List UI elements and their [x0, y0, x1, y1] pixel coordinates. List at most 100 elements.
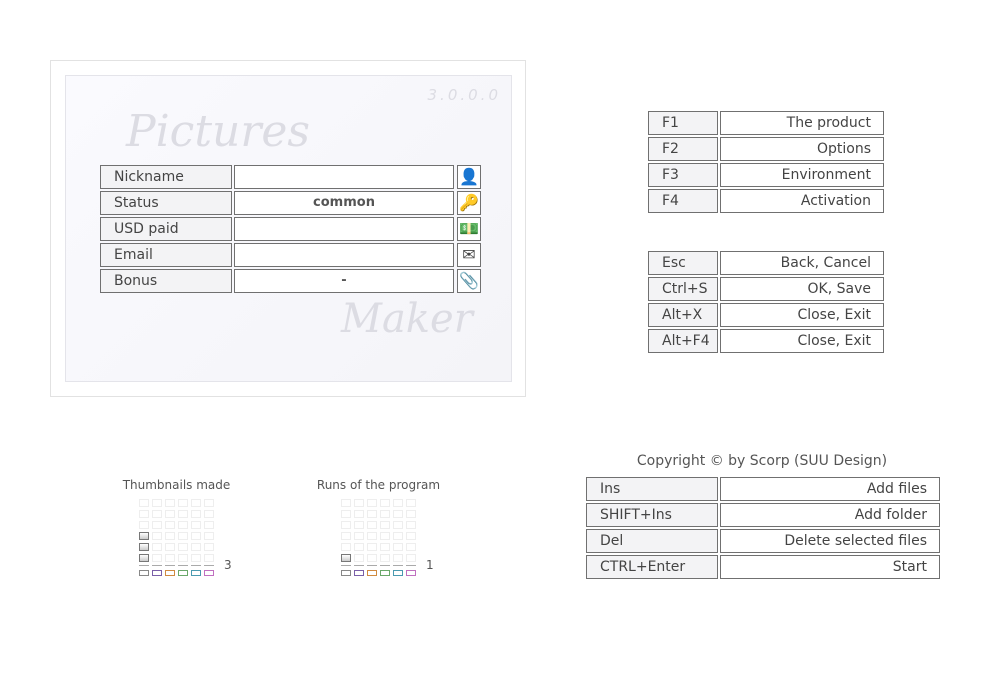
- hotkey-key: SHIFT+Ins: [586, 503, 718, 527]
- stat-grid-cell: [341, 532, 351, 540]
- stat-grid-cell: [393, 521, 403, 529]
- profile-label: Nickname: [100, 165, 232, 189]
- hotkey-action[interactable]: Close, Exit: [720, 303, 884, 327]
- watermark-pictures: Pictures: [126, 106, 310, 157]
- stat-grid-cell: [367, 543, 377, 551]
- stat-color-marker: [406, 570, 416, 576]
- paperclip-icon[interactable]: 📎: [457, 269, 481, 293]
- stat-grid-cell: [152, 554, 162, 562]
- stat-color-marker: [165, 570, 175, 576]
- stat-count: 1: [426, 558, 434, 572]
- stat-grid-cell: [393, 532, 403, 540]
- copyright: Copyright © by Scorp (SUU Design): [636, 453, 888, 469]
- stat-grid-cell: [191, 499, 201, 507]
- profile-value-field[interactable]: [234, 165, 454, 189]
- stat-grid-cell: [165, 554, 175, 562]
- profile-value-field[interactable]: common: [234, 191, 454, 215]
- stat-grid-cell: [165, 521, 175, 529]
- stat-grid-cell: [367, 499, 377, 507]
- stat-color-marker: [367, 570, 377, 576]
- stat-grid-cell: [393, 510, 403, 518]
- stat-grid-cell: [367, 554, 377, 562]
- stat-grid-cell: [354, 510, 364, 518]
- stat-grid-cell: [341, 499, 351, 507]
- stat-grid-cell: [191, 532, 201, 540]
- stat-divider: [406, 565, 416, 566]
- stat-grid-cell: [178, 543, 188, 551]
- stat-grid-cell: [204, 510, 214, 518]
- stat-grid-cell: [204, 543, 214, 551]
- stat-grid-cell: [152, 532, 162, 540]
- envelope-icon[interactable]: ✉: [457, 243, 481, 267]
- profile-label: USD paid: [100, 217, 232, 241]
- hotkey-action[interactable]: Environment: [720, 163, 884, 187]
- profile-value-field[interactable]: -: [234, 269, 454, 293]
- stat-grid-cell: [354, 554, 364, 562]
- stat-grid-cell: [380, 521, 390, 529]
- profile-value-field[interactable]: [234, 217, 454, 241]
- key-icon[interactable]: 🔑: [457, 191, 481, 215]
- money-icon[interactable]: 💵: [457, 217, 481, 241]
- stat-grid-cell: [354, 532, 364, 540]
- hotkey-action[interactable]: OK, Save: [720, 277, 884, 301]
- stat-color-marker: [191, 570, 201, 576]
- stat-divider: [152, 565, 162, 566]
- stat-grid-cell: [354, 499, 364, 507]
- stat-grid-cell: [406, 510, 416, 518]
- stat-grid-cell: [152, 543, 162, 551]
- hotkey-action[interactable]: Options: [720, 137, 884, 161]
- stat-grid-cell: [393, 499, 403, 507]
- stat-grid-cell: [191, 510, 201, 518]
- stat-grid-cell: [406, 554, 416, 562]
- stat-grid-cell: [204, 521, 214, 529]
- stat-grid-cell: [354, 521, 364, 529]
- stat-grid-cell: [380, 543, 390, 551]
- stat-grid-cell: [406, 521, 416, 529]
- stat-grid-cell: [191, 543, 201, 551]
- hotkey-action[interactable]: Start: [720, 555, 940, 579]
- user-icon[interactable]: 👤: [457, 165, 481, 189]
- stat-grid-cell: [341, 543, 351, 551]
- stat-grid-cell: [204, 554, 214, 562]
- stat-grid-cell: [406, 532, 416, 540]
- hotkey-key: F2: [648, 137, 718, 161]
- stat-divider: [204, 565, 214, 566]
- stat-grid-cell: [367, 532, 377, 540]
- stat-grid-cell: [152, 499, 162, 507]
- hotkey-action[interactable]: Add files: [720, 477, 940, 501]
- stat-color-marker: [139, 570, 149, 576]
- hotkey-action[interactable]: Delete selected files: [720, 529, 940, 553]
- profile-label: Bonus: [100, 269, 232, 293]
- hotkey-key: Esc: [648, 251, 718, 275]
- profile-value-field[interactable]: [234, 243, 454, 267]
- stat-color-marker: [393, 570, 403, 576]
- profile-label: Status: [100, 191, 232, 215]
- stat-title: Runs of the program: [316, 478, 441, 492]
- stat-grid-cell: [139, 532, 149, 540]
- stat-grid-cell: [380, 499, 390, 507]
- stat-divider: [165, 565, 175, 566]
- hotkey-key: F1: [648, 111, 718, 135]
- stat-grid-cell: [191, 521, 201, 529]
- hotkey-action[interactable]: The product: [720, 111, 884, 135]
- stat-grid-cell: [380, 554, 390, 562]
- stat-grid-cell: [367, 510, 377, 518]
- hotkey-action[interactable]: Activation: [720, 189, 884, 213]
- stat-grid-cell: [139, 554, 149, 562]
- hotkey-action[interactable]: Close, Exit: [720, 329, 884, 353]
- stat-count: 3: [224, 558, 232, 572]
- stat-grid-cell: [204, 499, 214, 507]
- hotkey-key: Alt+X: [648, 303, 718, 327]
- hotkey-action[interactable]: Add folder: [720, 503, 940, 527]
- hotkey-key: Del: [586, 529, 718, 553]
- stat-grid-cell: [367, 521, 377, 529]
- stat-color-marker: [380, 570, 390, 576]
- hotkey-action[interactable]: Back, Cancel: [720, 251, 884, 275]
- stat-grid-cell: [152, 510, 162, 518]
- hotkey-key: F4: [648, 189, 718, 213]
- stat-grid-cell: [165, 543, 175, 551]
- profile-label: Email: [100, 243, 232, 267]
- stat-divider: [178, 565, 188, 566]
- hotkey-key: Ins: [586, 477, 718, 501]
- hotkey-key: F3: [648, 163, 718, 187]
